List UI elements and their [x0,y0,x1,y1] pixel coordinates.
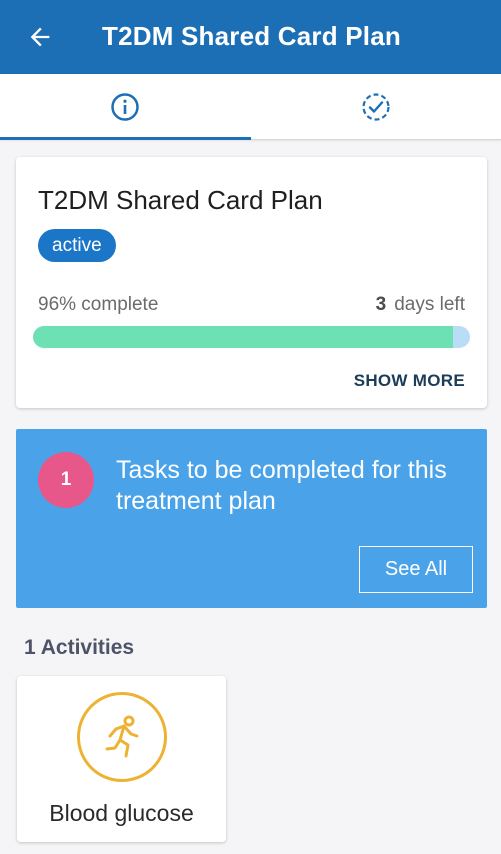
days-left: 3 days left [376,294,465,316]
days-left-count: 3 [375,294,387,315]
progress-bar [33,326,470,348]
tab-tasks[interactable] [251,74,501,140]
progress-bar-fill [33,326,453,348]
running-person-icon [105,715,139,758]
back-button[interactable] [22,19,58,55]
info-circle-icon [111,93,139,121]
plan-card: T2DM Shared Card Plan active 96% complet… [16,157,487,408]
plan-title: T2DM Shared Card Plan [38,185,323,215]
activity-icon-ring [77,692,167,782]
tab-selected-indicator [0,137,251,140]
tasks-card: 1 Tasks to be completed for this treatme… [16,429,487,608]
show-more-button[interactable]: SHOW MORE [354,371,465,391]
task-count-badge: 1 [38,452,94,508]
activity-card-blood-glucose[interactable]: Blood glucose [17,676,226,842]
days-left-label: days left [394,294,465,315]
see-all-button[interactable]: See All [359,546,473,593]
tab-info[interactable] [0,74,250,140]
status-badge: active [38,229,116,262]
tasks-message: Tasks to be completed for this treatment… [116,456,447,515]
arrow-left-icon [30,27,50,47]
tab-bar [0,74,501,140]
app-bar: T2DM Shared Card Plan [0,0,501,74]
check-circle-dashed-icon [362,93,390,121]
activity-label: Blood glucose [49,800,194,826]
page-title: T2DM Shared Card Plan [102,21,401,51]
activities-heading: 1 Activities [24,636,135,659]
progress-percent: 96% complete [38,294,159,315]
